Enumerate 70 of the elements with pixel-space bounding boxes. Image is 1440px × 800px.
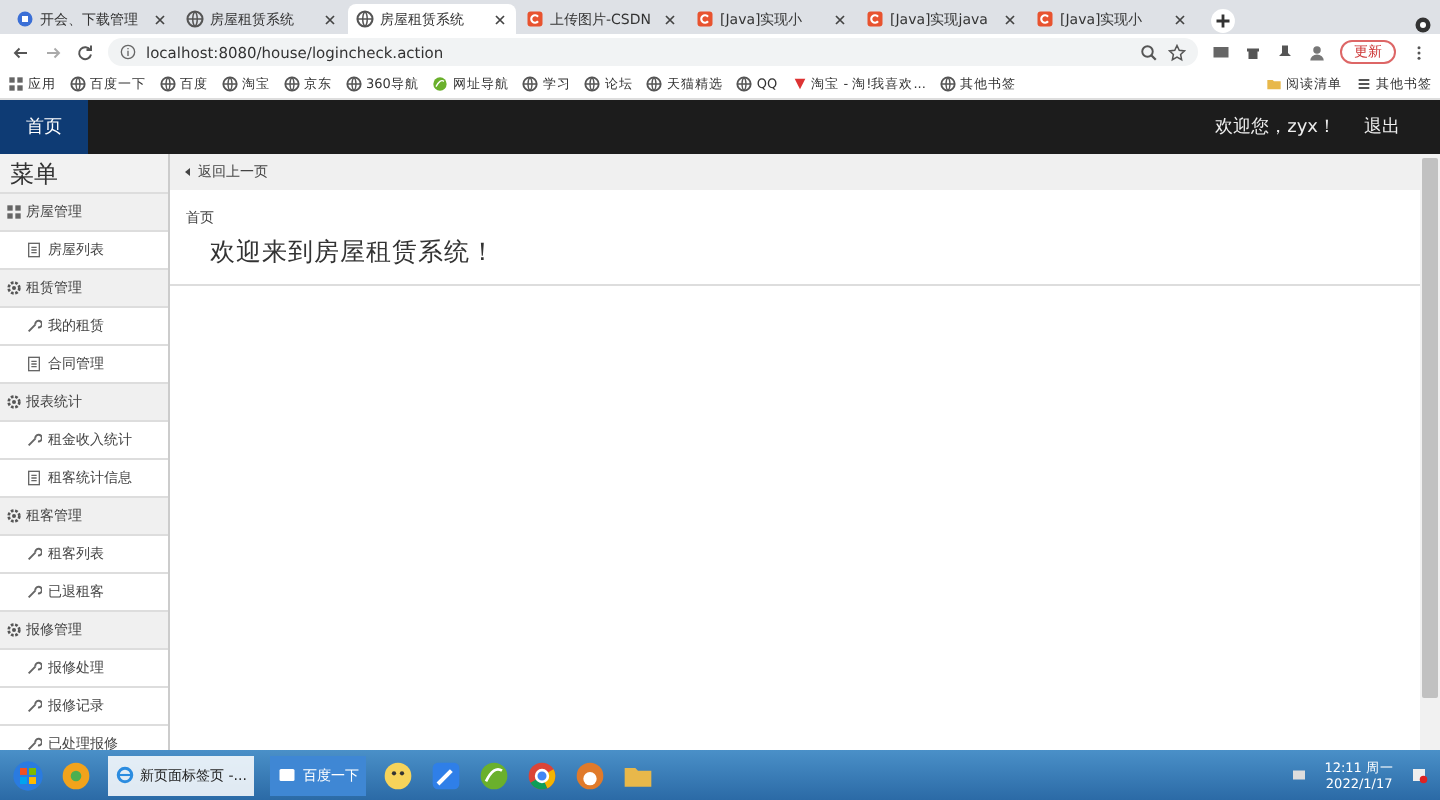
- globe-icon: [160, 76, 176, 92]
- zoom-icon[interactable]: [1140, 43, 1158, 61]
- nav-tab[interactable]: 首页: [0, 100, 88, 154]
- wrench-icon: [26, 584, 42, 600]
- welcome-text: 欢迎您，zyx！: [1215, 115, 1336, 140]
- globe-icon: [70, 76, 86, 92]
- globe-icon: [356, 10, 374, 28]
- list-icon: [1356, 76, 1372, 92]
- wrench-icon: [26, 432, 42, 448]
- c-logo-icon: [526, 10, 544, 28]
- close-icon[interactable]: [662, 11, 678, 27]
- chrome-logo-icon[interactable]: [526, 759, 559, 791]
- new-tab-icon[interactable]: [1210, 8, 1236, 34]
- gear-icon: [6, 280, 22, 296]
- document-icon: [26, 470, 42, 486]
- sidebar-title: 菜单: [0, 154, 168, 194]
- wrench-icon: [26, 546, 42, 562]
- scrollbar-thumb[interactable]: [1422, 158, 1438, 698]
- leaf-icon: [432, 76, 449, 92]
- grid-icon: [6, 204, 22, 220]
- notification-icon[interactable]: [1410, 766, 1428, 784]
- pen-icon[interactable]: [430, 759, 463, 791]
- gear-icon: [6, 508, 22, 524]
- avatar-icon[interactable]: [1308, 43, 1326, 61]
- star-icon[interactable]: [1168, 43, 1186, 61]
- triangle-icon: [791, 76, 808, 92]
- tray-icons-icon[interactable]: [1290, 766, 1309, 784]
- scrollbar[interactable]: [1420, 154, 1440, 750]
- grid-icon: [8, 76, 24, 92]
- close-icon[interactable]: [492, 11, 508, 27]
- cast-icon[interactable]: [1212, 43, 1230, 61]
- globe-icon: [736, 76, 753, 92]
- back-arrow-icon: [182, 166, 194, 178]
- document-icon: [26, 242, 42, 258]
- wrench-icon: [26, 318, 42, 334]
- globe-icon: [522, 76, 539, 92]
- reload-icon[interactable]: [76, 43, 94, 61]
- globe-icon: [646, 76, 663, 92]
- close-icon[interactable]: [152, 11, 168, 27]
- smiley-icon[interactable]: [382, 759, 415, 791]
- welcome-message: 欢迎来到房屋租赁系统！: [208, 236, 498, 270]
- globe-icon: [222, 76, 238, 92]
- info-icon: [120, 44, 136, 60]
- wrench-icon: [26, 698, 42, 714]
- globe-icon: [939, 76, 956, 92]
- close-icon[interactable]: [1002, 11, 1018, 27]
- e-logo-icon: [116, 766, 134, 784]
- leaf-icon[interactable]: [478, 759, 511, 791]
- app-icon: [16, 10, 34, 28]
- wrench-icon: [26, 736, 42, 750]
- back-icon[interactable]: [12, 43, 30, 61]
- globe-icon: [346, 76, 362, 92]
- windows-logo-icon[interactable]: [12, 759, 44, 791]
- close-icon[interactable]: [322, 11, 338, 27]
- close-icon[interactable]: [832, 11, 848, 27]
- document-icon: [26, 356, 42, 372]
- wrench-icon: [26, 660, 42, 676]
- logout-link[interactable]: 退出: [1364, 114, 1400, 140]
- globe-icon: [284, 76, 300, 92]
- c-logo-icon: [1036, 10, 1054, 28]
- folder-icon: [1266, 76, 1282, 92]
- gear-icon: [6, 622, 22, 638]
- c-logo-icon: [866, 10, 884, 28]
- window-icon: [278, 766, 297, 784]
- globe-icon: [186, 10, 204, 28]
- profile-icon[interactable]: [1414, 16, 1432, 34]
- close-icon[interactable]: [1172, 11, 1188, 27]
- c-logo-icon: [696, 10, 714, 28]
- globe-icon: [584, 76, 601, 92]
- gear-icon: [6, 394, 22, 410]
